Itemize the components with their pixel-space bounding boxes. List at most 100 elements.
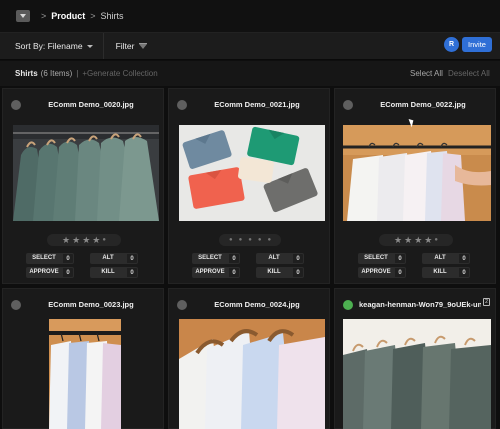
rating-dot-icon[interactable]: ● <box>248 237 252 243</box>
select-radio[interactable] <box>177 300 187 310</box>
generate-collection-button[interactable]: +Generate Collection <box>82 69 157 78</box>
rating-dot-icon[interactable]: ● <box>239 237 243 243</box>
kill-count: 0 <box>126 267 138 278</box>
checked-radio[interactable] <box>343 300 353 310</box>
approve-count: 0 <box>62 267 74 278</box>
sort-label: Sort By: Filename <box>15 41 83 51</box>
select-count: 0 <box>228 253 240 264</box>
select-counter[interactable]: SELECT 0 <box>358 253 406 264</box>
select-radio[interactable] <box>177 100 187 110</box>
collection-divider: | <box>76 69 79 78</box>
approve-counter[interactable]: APPROVE 0 <box>358 267 406 278</box>
select-radio[interactable] <box>11 300 21 310</box>
approve-counter[interactable]: APPROVE 0 <box>192 267 240 278</box>
thumbnail-image[interactable] <box>13 125 159 221</box>
star-icon[interactable]: ★ <box>404 235 412 246</box>
filter-label: Filter <box>115 41 135 51</box>
thumbnail-image[interactable] <box>49 319 121 429</box>
kill-count: 0 <box>458 267 470 278</box>
select-count: 0 <box>394 253 406 264</box>
approve-counter[interactable]: APPROVE 0 <box>26 267 74 278</box>
thumbnail-image[interactable] <box>179 125 325 221</box>
breadcrumb-product[interactable]: Product <box>51 11 85 21</box>
alt-counter[interactable]: ALT 0 <box>422 253 470 264</box>
star-icon[interactable]: ★ <box>394 235 402 246</box>
rating-dot-icon[interactable]: ● <box>267 237 271 243</box>
thumbnail-image[interactable] <box>343 319 491 429</box>
asset-card[interactable]: EComm Demo_0022.jpg ★ ★ ★ ★ ● SELECT 0 A… <box>334 88 496 284</box>
card-filename: EComm Demo_0021.jpg <box>214 100 300 109</box>
star-icon[interactable]: ● <box>102 237 106 243</box>
alt-counter[interactable]: ALT 0 <box>256 253 304 264</box>
select-label: SELECT <box>26 253 62 264</box>
alt-count: 0 <box>292 253 304 264</box>
asset-card[interactable]: EComm Demo_0020.jpg ★ ★ ★ ★ ● SELECT 0 A… <box>2 88 164 284</box>
select-all-button[interactable]: Select All <box>410 69 443 78</box>
alt-count: 0 <box>458 253 470 264</box>
breadcrumb-separator: > <box>41 11 47 21</box>
approve-count: 0 <box>394 267 406 278</box>
user-avatar[interactable]: R <box>444 37 459 52</box>
kill-counter[interactable]: KILL 0 <box>90 267 138 278</box>
card-filename: EComm Demo_0023.jpg <box>48 300 134 309</box>
select-counter[interactable]: SELECT 0 <box>192 253 240 264</box>
card-filename: EComm Demo_0020.jpg <box>48 100 134 109</box>
asset-card[interactable]: EComm Demo_0024.jpg <box>168 288 330 429</box>
approve-count: 0 <box>228 267 240 278</box>
toolbar: Sort By: Filename Filter <box>0 32 500 60</box>
invite-button[interactable]: Invite <box>462 37 492 52</box>
kill-count: 0 <box>292 267 304 278</box>
breadcrumb-bar: > Product > Shirts <box>0 0 500 32</box>
select-counter[interactable]: SELECT 0 <box>26 253 74 264</box>
star-icon[interactable]: ★ <box>82 235 90 246</box>
star-icon[interactable]: ★ <box>92 235 100 246</box>
select-radio[interactable] <box>343 100 353 110</box>
sort-dropdown[interactable]: Sort By: Filename <box>0 33 104 59</box>
alt-label: ALT <box>256 253 292 264</box>
select-radio[interactable] <box>11 100 21 110</box>
star-icon[interactable]: ★ <box>72 235 80 246</box>
star-icon[interactable]: ★ <box>62 235 70 246</box>
star-icon[interactable]: ★ <box>414 235 422 246</box>
approve-label: APPROVE <box>192 267 228 278</box>
rating-stars[interactable]: ★ ★ ★ ★ ● <box>47 234 121 246</box>
filter-button[interactable]: Filter <box>104 41 148 51</box>
approve-label: APPROVE <box>26 267 62 278</box>
asset-card[interactable]: EComm Demo_0023.jpg <box>2 288 164 429</box>
select-count: 0 <box>62 253 74 264</box>
card-filename: EComm Demo_0024.jpg <box>214 300 300 309</box>
folder-icon[interactable] <box>16 10 30 22</box>
alt-label: ALT <box>422 253 458 264</box>
alt-counter[interactable]: ALT 0 <box>90 253 138 264</box>
thumbnail-image[interactable] <box>179 319 325 429</box>
rating-dot-icon[interactable]: ● <box>229 237 233 243</box>
approve-label: APPROVE <box>358 267 394 278</box>
kill-counter[interactable]: KILL 0 <box>422 267 470 278</box>
collection-title: Shirts <box>15 69 38 78</box>
kill-label: KILL <box>422 267 458 278</box>
chevron-down-icon <box>86 44 93 48</box>
kill-label: KILL <box>90 267 126 278</box>
asset-card[interactable]: keagan-henman-Won79_9oUEk-unsp 2 <box>334 288 496 429</box>
stack-count-badge[interactable]: 2 <box>483 298 490 306</box>
kill-counter[interactable]: KILL 0 <box>256 267 304 278</box>
collection-count: (6 Items) <box>40 69 73 78</box>
select-label: SELECT <box>358 253 394 264</box>
alt-label: ALT <box>90 253 126 264</box>
breadcrumb-shirts[interactable]: Shirts <box>101 11 124 21</box>
breadcrumb-separator: > <box>90 11 96 21</box>
card-filename: EComm Demo_0022.jpg <box>380 100 466 109</box>
alt-count: 0 <box>126 253 138 264</box>
funnel-icon <box>139 43 148 49</box>
kill-label: KILL <box>256 267 292 278</box>
thumbnail-image[interactable] <box>343 125 491 221</box>
rating-dots[interactable]: ● ● ● ● ● <box>219 234 281 246</box>
star-icon[interactable]: ★ <box>424 235 432 246</box>
rating-stars[interactable]: ★ ★ ★ ★ ● <box>379 234 453 246</box>
card-filename: keagan-henman-Won79_9oUEk-unsp <box>359 300 481 309</box>
star-icon[interactable]: ● <box>434 237 438 243</box>
deselect-all-button[interactable]: Deselect All <box>448 69 490 78</box>
rating-dot-icon[interactable]: ● <box>258 237 262 243</box>
select-label: SELECT <box>192 253 228 264</box>
asset-card[interactable]: EComm Demo_0021.jpg ● ● ● ● ● SELECT 0 ALT 0 A… <box>168 88 330 284</box>
